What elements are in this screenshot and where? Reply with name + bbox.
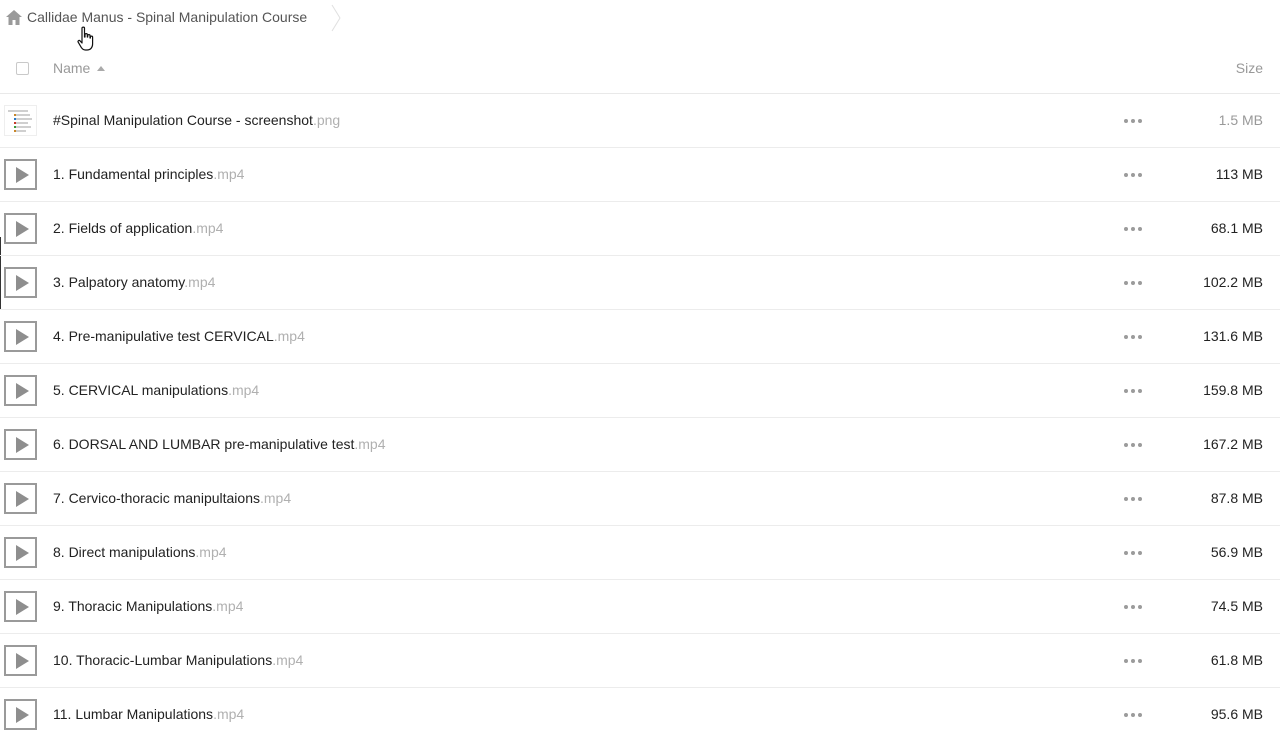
file-name[interactable]: 7. Cervico-thoracic manipultaions.mp4 bbox=[53, 490, 291, 506]
more-options-icon[interactable] bbox=[1120, 598, 1146, 616]
more-options-icon[interactable] bbox=[1120, 490, 1146, 508]
more-options-icon[interactable] bbox=[1120, 436, 1146, 454]
file-list: #Spinal Manipulation Course - screenshot… bbox=[0, 94, 1280, 730]
file-size: 167.2 MB bbox=[1203, 436, 1263, 452]
file-size: 68.1 MB bbox=[1210, 220, 1263, 236]
play-icon bbox=[4, 699, 37, 730]
file-size: 1.5 MB bbox=[1218, 112, 1263, 128]
file-row[interactable]: 1. Fundamental principles.mp4 113 MB bbox=[0, 148, 1280, 202]
name-column-header[interactable]: Name bbox=[53, 60, 106, 76]
file-row[interactable]: 7. Cervico-thoracic manipultaions.mp4 87… bbox=[0, 472, 1280, 526]
file-name[interactable]: 11. Lumbar Manipulations.mp4 bbox=[53, 706, 244, 722]
size-column-header[interactable]: Size bbox=[1236, 60, 1263, 76]
more-options-icon[interactable] bbox=[1120, 166, 1146, 184]
file-row[interactable]: 6. DORSAL AND LUMBAR pre-manipulative te… bbox=[0, 418, 1280, 472]
play-icon bbox=[4, 159, 37, 190]
file-size: 95.6 MB bbox=[1210, 706, 1263, 722]
more-options-icon[interactable] bbox=[1120, 274, 1146, 292]
file-row[interactable]: 9. Thoracic Manipulations.mp4 74.5 MB bbox=[0, 580, 1280, 634]
file-size: 56.9 MB bbox=[1210, 544, 1263, 560]
file-name[interactable]: 2. Fields of application.mp4 bbox=[53, 220, 223, 236]
file-size: 113 MB bbox=[1215, 166, 1263, 182]
play-icon bbox=[4, 645, 37, 676]
chevron-right-icon bbox=[331, 4, 341, 32]
more-options-icon[interactable] bbox=[1120, 112, 1146, 130]
file-name[interactable]: 1. Fundamental principles.mp4 bbox=[53, 166, 244, 182]
file-name[interactable]: 10. Thoracic-Lumbar Manipulations.mp4 bbox=[53, 652, 303, 668]
file-name[interactable]: 9. Thoracic Manipulations.mp4 bbox=[53, 598, 243, 614]
breadcrumb-folder-link[interactable]: Callidae Manus - Spinal Manipulation Cou… bbox=[27, 9, 307, 25]
play-icon bbox=[4, 375, 37, 406]
breadcrumb: Callidae Manus - Spinal Manipulation Cou… bbox=[0, 0, 345, 36]
file-size: 131.6 MB bbox=[1203, 328, 1263, 344]
more-options-icon[interactable] bbox=[1120, 652, 1146, 670]
file-row[interactable]: #Spinal Manipulation Course - screenshot… bbox=[0, 94, 1280, 148]
file-name[interactable]: #Spinal Manipulation Course - screenshot… bbox=[53, 112, 340, 128]
file-row[interactable]: 10. Thoracic-Lumbar Manipulations.mp4 61… bbox=[0, 634, 1280, 688]
more-options-icon[interactable] bbox=[1120, 706, 1146, 724]
more-options-icon[interactable] bbox=[1120, 382, 1146, 400]
file-row[interactable]: 11. Lumbar Manipulations.mp4 95.6 MB bbox=[0, 688, 1280, 730]
file-row[interactable]: 4. Pre-manipulative test CERVICAL.mp4 13… bbox=[0, 310, 1280, 364]
play-icon bbox=[4, 483, 37, 514]
image-thumbnail-icon bbox=[4, 105, 37, 136]
name-column-label: Name bbox=[53, 60, 91, 76]
more-options-icon[interactable] bbox=[1120, 220, 1146, 238]
file-size: 87.8 MB bbox=[1210, 490, 1263, 506]
file-size: 74.5 MB bbox=[1210, 598, 1263, 614]
list-header: Name Size bbox=[0, 48, 1280, 94]
play-icon bbox=[4, 591, 37, 622]
file-row[interactable]: 2. Fields of application.mp4 68.1 MB bbox=[0, 202, 1280, 256]
more-options-icon[interactable] bbox=[1120, 328, 1146, 346]
home-icon[interactable] bbox=[6, 10, 22, 25]
file-name[interactable]: 5. CERVICAL manipulations.mp4 bbox=[53, 382, 259, 398]
file-size: 159.8 MB bbox=[1203, 382, 1263, 398]
play-icon bbox=[4, 321, 37, 352]
sort-ascending-icon bbox=[97, 65, 106, 71]
file-row[interactable]: 8. Direct manipulations.mp4 56.9 MB bbox=[0, 526, 1280, 580]
file-name[interactable]: 4. Pre-manipulative test CERVICAL.mp4 bbox=[53, 328, 305, 344]
more-options-icon[interactable] bbox=[1120, 544, 1146, 562]
file-size: 61.8 MB bbox=[1210, 652, 1263, 668]
play-icon bbox=[4, 429, 37, 460]
file-name[interactable]: 3. Palpatory anatomy.mp4 bbox=[53, 274, 215, 290]
file-name[interactable]: 8. Direct manipulations.mp4 bbox=[53, 544, 227, 560]
file-row[interactable]: 5. CERVICAL manipulations.mp4 159.8 MB bbox=[0, 364, 1280, 418]
file-name[interactable]: 6. DORSAL AND LUMBAR pre-manipulative te… bbox=[53, 436, 386, 452]
play-icon bbox=[4, 267, 37, 298]
play-icon bbox=[4, 213, 37, 244]
file-size: 102.2 MB bbox=[1203, 274, 1263, 290]
play-icon bbox=[4, 537, 37, 568]
select-all-checkbox[interactable] bbox=[16, 62, 29, 75]
file-row[interactable]: 3. Palpatory anatomy.mp4 102.2 MB bbox=[0, 256, 1280, 310]
